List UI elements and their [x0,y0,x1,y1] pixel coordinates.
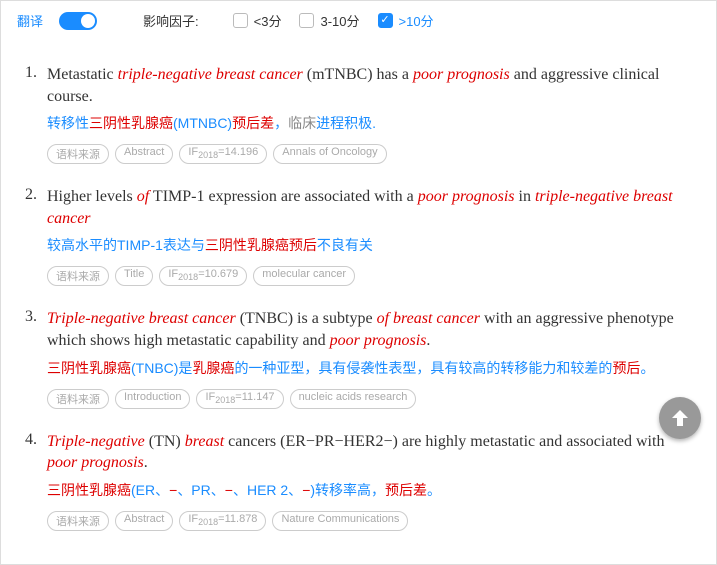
tag[interactable]: IF2018=11.147 [196,389,283,409]
english-text: Higher levels of TIMP-1 expression are a… [47,186,698,229]
english-text: Triple-negative breast cancer (TNBC) is … [47,308,698,351]
tag[interactable]: Abstract [115,511,173,531]
scroll-top-button[interactable] [659,397,701,439]
tag[interactable]: Abstract [115,144,173,164]
tag[interactable]: IF2018=10.679 [159,266,247,286]
impact-factor-label: 影响因子: [143,11,199,30]
filter-checkbox[interactable]: <3分 [233,11,282,30]
results-list: 1.Metastatic triple-negative breast canc… [9,64,708,531]
translate-label: 翻译 [17,11,43,30]
tag[interactable]: 语料来源 [47,144,109,164]
checkbox-icon [233,13,248,28]
result-number: 1. [19,64,37,164]
chinese-translation: 较高水平的TIMP-1表达与三阴性乳腺癌预后不良有关 [47,235,698,256]
tag[interactable]: nucleic acids research [290,389,417,409]
tag-row: 语料来源 Abstract IF2018=11.878 Nature Communic… [47,511,698,531]
result-item: 2.Higher levels of TIMP-1 expression are… [19,186,698,286]
english-text: Triple-negative (TN) breast cancers (ER−… [47,431,698,474]
english-text: Metastatic triple-negative breast cancer… [47,64,698,107]
tag[interactable]: 语料来源 [47,266,109,286]
translate-toggle[interactable] [59,12,97,30]
checkbox-icon [299,13,314,28]
result-number: 4. [19,431,37,531]
filter-label: <3分 [254,11,282,30]
filter-checkbox[interactable]: ✓ >10分 [378,11,434,30]
tag[interactable]: molecular cancer [253,266,355,286]
tag-row: 语料来源 Title IF2018=10.679 molecular cancer [47,266,698,286]
filter-label: >10分 [399,11,434,30]
result-item: 4.Triple-negative (TN) breast cancers (E… [19,431,698,531]
filter-bar: 翻译 影响因子: <3分 3-10分 ✓ >10分 [9,1,708,42]
filter-label: 3-10分 [320,11,359,30]
filter-checkbox[interactable]: 3-10分 [299,11,359,30]
chinese-translation: 三阴性乳腺癌(ER、−、PR、−、HER 2、−)转移率高，预后差。 [47,480,698,501]
tag[interactable]: 语料来源 [47,511,109,531]
result-number: 3. [19,308,37,408]
tag[interactable]: IF2018=14.196 [179,144,267,164]
arrow-up-icon [668,406,692,430]
tag[interactable]: 语料来源 [47,389,109,409]
tag[interactable]: Introduction [115,389,190,409]
tag-row: 语料来源 Introduction IF2018=11.147 nucleic aci… [47,389,698,409]
tag-row: 语料来源 Abstract IF2018=14.196 Annals of Oncol… [47,144,698,164]
result-item: 1.Metastatic triple-negative breast canc… [19,64,698,164]
chinese-translation: 转移性三阴性乳腺癌(MTNBC)预后差，临床进程积极. [47,113,698,134]
tag[interactable]: IF2018=11.878 [179,511,266,531]
tag[interactable]: Annals of Oncology [273,144,386,164]
result-number: 2. [19,186,37,286]
tag[interactable]: Title [115,266,153,286]
checkbox-icon: ✓ [378,13,393,28]
result-item: 3.Triple-negative breast cancer (TNBC) i… [19,308,698,408]
chinese-translation: 三阴性乳腺癌(TNBC)是乳腺癌的一种亚型，具有侵袭性表型，具有较高的转移能力和… [47,358,698,379]
tag[interactable]: Nature Communications [272,511,408,531]
